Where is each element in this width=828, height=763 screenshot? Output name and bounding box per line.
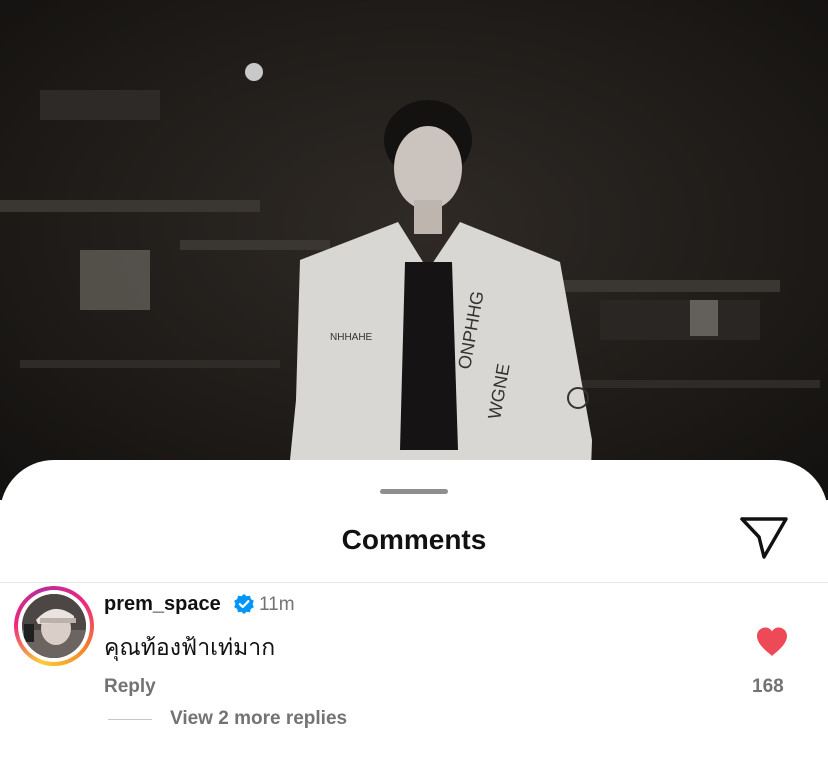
sheet-title: Comments xyxy=(341,524,487,555)
paper-plane-icon xyxy=(740,517,788,559)
replies-divider-line xyxy=(108,719,152,720)
header-divider xyxy=(0,582,828,583)
comment-text: คุณท้องฟ้าเท่มาก xyxy=(104,634,276,660)
verified-badge-icon xyxy=(233,593,255,615)
avatar-photo xyxy=(22,594,86,658)
comments-sheet: Comments prem_space 11m คุณท้องฟ้าเท่มาก… xyxy=(0,460,828,763)
post-photo: ONPHHG WGNE NHHAHE xyxy=(0,0,828,500)
story-ring-gap xyxy=(18,590,90,662)
svg-text:NHHAHE: NHHAHE xyxy=(330,332,373,343)
view-replies-button[interactable]: View 2 more replies xyxy=(170,708,347,730)
heart-filled-icon xyxy=(757,627,787,656)
like-count[interactable]: 168 xyxy=(752,676,784,698)
avatar[interactable] xyxy=(14,586,94,666)
share-button[interactable] xyxy=(738,515,790,561)
post-photo-image: ONPHHG WGNE NHHAHE xyxy=(0,0,828,500)
avatar-image xyxy=(22,594,86,658)
comment-timestamp: 11m xyxy=(259,594,295,615)
sheet-grabber[interactable] xyxy=(380,489,448,494)
comment-username[interactable]: prem_space xyxy=(104,593,221,616)
like-button[interactable] xyxy=(755,626,789,657)
verified-badge-shape xyxy=(234,594,254,614)
reply-button[interactable]: Reply xyxy=(104,676,156,698)
